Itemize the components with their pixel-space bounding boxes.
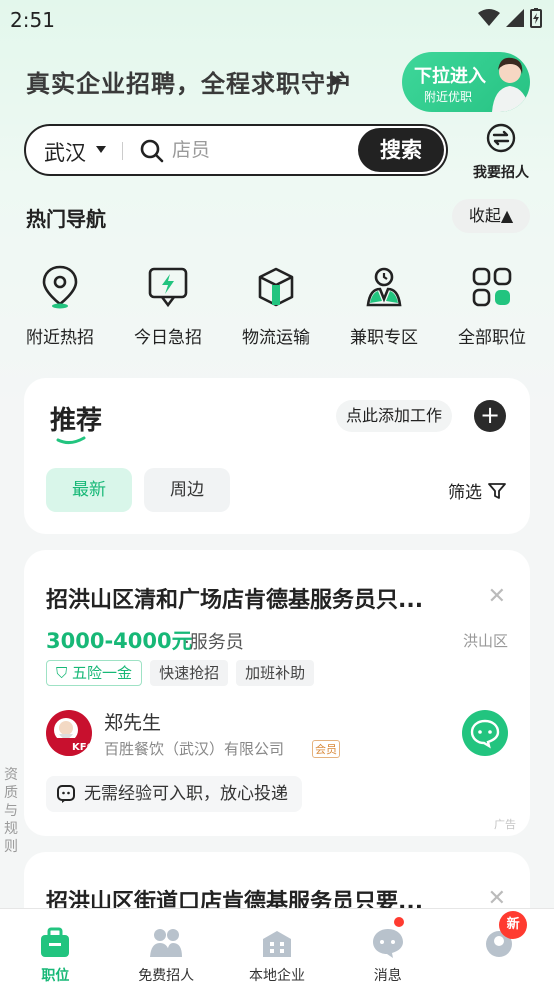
- exchange-icon: [486, 123, 516, 153]
- tab-jobs[interactable]: 职位: [0, 909, 111, 984]
- nav-item-urgent[interactable]: 今日急招: [114, 262, 222, 348]
- banner-slogan[interactable]: 真实企业招聘，全程求职守护: [26, 64, 351, 99]
- pull-nearby-badge[interactable]: 下拉进入 附近优职: [402, 52, 530, 112]
- nav-item-label: 全部职位: [458, 328, 526, 348]
- tab-messages[interactable]: 消息: [332, 909, 443, 984]
- nav-item-logistics[interactable]: 物流运输: [222, 262, 330, 348]
- person-illustration-icon: [492, 57, 530, 112]
- building-icon: [262, 931, 291, 957]
- person-clock-icon: [366, 267, 402, 307]
- filter-icon: [488, 482, 506, 499]
- status-time: 2:51: [10, 8, 55, 32]
- tab-label: 消息: [373, 968, 402, 984]
- title-underline-decoration: [56, 436, 86, 445]
- hire-button[interactable]: 我要招人: [466, 122, 536, 182]
- benefit-tag: ⛉ 五险一金: [46, 660, 143, 686]
- search-input[interactable]: [172, 136, 352, 164]
- lightning-board-icon: [148, 267, 188, 308]
- banner-arrow-icon[interactable]: ▶: [332, 72, 343, 88]
- collapse-button[interactable]: 收起▲: [452, 199, 530, 233]
- job-tags: ⛉ 五险一金 快速抢招 加班补助: [46, 660, 315, 686]
- job-note: 无需经验可入职，放心投递: [46, 776, 302, 812]
- tab-nearby[interactable]: 周边: [144, 468, 230, 512]
- close-icon[interactable]: ✕: [488, 584, 506, 609]
- job-card[interactable]: 招洪山区清和广场店肯德基服务员只... ✕ 3000-4000元 ·服务员 洪山…: [24, 550, 530, 836]
- battery-icon: [530, 8, 542, 28]
- nav-item-label: 附近热招: [26, 328, 94, 348]
- svg-text:KFC: KFC: [72, 742, 92, 753]
- qualification-rules-link[interactable]: 资质与规则: [2, 766, 20, 856]
- ad-label: 广告: [494, 818, 516, 831]
- nav-item-label: 今日急招: [134, 328, 202, 348]
- chat-icon: [372, 929, 403, 958]
- wifi-icon: [478, 9, 500, 26]
- job-role: ·服务员: [184, 632, 244, 653]
- search-button[interactable]: 搜索: [358, 128, 444, 172]
- nav-item-label: 物流运输: [242, 328, 310, 348]
- tab-latest[interactable]: 最新: [46, 468, 132, 512]
- add-job-label[interactable]: 点此添加工作: [336, 400, 453, 432]
- divider: [122, 142, 123, 160]
- briefcase-icon: [41, 927, 70, 957]
- city-selector[interactable]: 武汉: [44, 137, 86, 167]
- company-logo: KFC: [46, 710, 92, 756]
- nav-item-label: 兼职专区: [350, 328, 418, 348]
- job-title: 招洪山区清和广场店肯德基服务员只...: [46, 588, 424, 613]
- nav-item-parttime[interactable]: 兼职专区: [330, 262, 438, 348]
- job-tag: 快速抢招: [150, 660, 229, 686]
- package-icon: [258, 267, 294, 307]
- hot-nav-grid: 附近热招 今日急招 物流运输 兼职专区 全部职位: [0, 262, 554, 348]
- company-name: 百胜餐饮（武汉）有限公司: [104, 740, 285, 758]
- job-area: 洪山区: [462, 632, 508, 650]
- add-job-button[interactable]: +: [474, 400, 506, 432]
- people-icon: [150, 929, 183, 957]
- tab-label: 本地企业: [248, 968, 305, 984]
- filter-label: 筛选: [448, 483, 482, 503]
- filter-button[interactable]: 筛选: [448, 478, 506, 503]
- message-icon: [57, 785, 75, 803]
- tag-label: 五险一金: [72, 664, 133, 682]
- status-icons: [478, 8, 542, 28]
- note-text: 无需经验可入职，放心投递: [84, 784, 288, 804]
- status-bar: 2:51: [0, 0, 554, 38]
- pull-title: 下拉进入: [414, 66, 486, 87]
- contact-name: 郑先生: [104, 712, 162, 734]
- chat-button[interactable]: [462, 710, 508, 756]
- recommend-title: 推荐: [50, 406, 103, 436]
- location-pin-icon: [42, 265, 78, 309]
- grid-icon: [472, 267, 512, 307]
- bottom-nav: 职位 免费招人 本地企业 消息 新: [0, 908, 554, 984]
- search-icon: [140, 139, 164, 163]
- nav-item-all[interactable]: 全部职位: [438, 262, 546, 348]
- new-badge: 新: [499, 911, 528, 939]
- signal-icon: [506, 9, 524, 27]
- shield-check-icon: ⛉: [56, 664, 68, 682]
- chevron-down-icon[interactable]: [96, 146, 106, 153]
- pull-subtitle: 附近优职: [424, 90, 473, 104]
- job-tag: 加班补助: [236, 660, 315, 686]
- chat-icon: [470, 719, 500, 749]
- tab-local-companies[interactable]: 本地企业: [222, 909, 333, 984]
- tab-free-hire[interactable]: 免费招人: [111, 909, 222, 984]
- recommend-card: 推荐 点此添加工作 + 最新 周边 筛选: [24, 378, 530, 534]
- tab-label: 职位: [41, 968, 70, 984]
- hire-label: 我要招人: [473, 165, 529, 181]
- member-badge: 会员: [312, 740, 340, 758]
- search-bar: 武汉 搜索: [24, 124, 448, 176]
- job-salary: 3000-4000元: [46, 629, 193, 653]
- hot-nav-title: 热门导航: [26, 207, 106, 231]
- nav-item-nearby[interactable]: 附近热招: [6, 262, 114, 348]
- tab-profile[interactable]: 新: [443, 909, 554, 984]
- tab-label: 免费招人: [138, 968, 195, 984]
- kfc-logo-icon: KFC: [46, 718, 92, 756]
